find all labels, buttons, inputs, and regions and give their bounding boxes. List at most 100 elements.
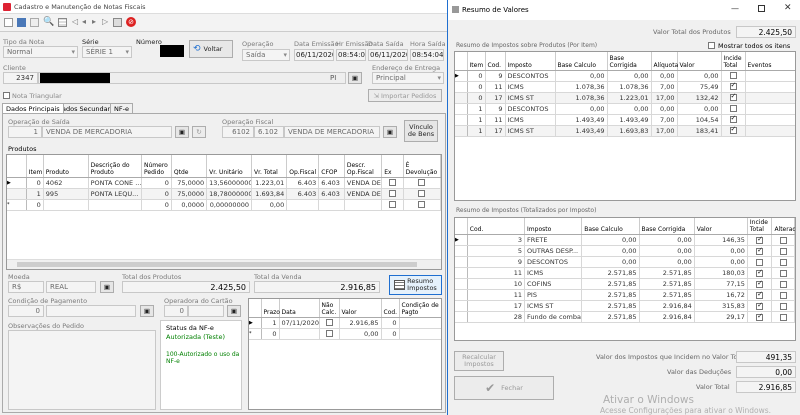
- col-valor[interactable]: Valor: [339, 299, 382, 318]
- tab-dados-principais[interactable]: Dados Principais: [2, 103, 64, 113]
- cell-numero-pedido[interactable]: 0: [141, 199, 172, 211]
- cell-condicao-pagto[interactable]: [399, 328, 441, 340]
- cell-cod[interactable]: 9: [485, 70, 506, 82]
- cell-base-calculo[interactable]: 0,00: [555, 70, 608, 82]
- col-cod[interactable]: Cod.: [381, 299, 400, 318]
- serie-select[interactable]: SÉRIE 1: [82, 46, 132, 58]
- cell-valor[interactable]: 0,00: [339, 328, 382, 340]
- voltar-button[interactable]: ⟲ Voltar: [189, 40, 233, 58]
- cell-cod[interactable]: 17: [485, 125, 506, 137]
- cell-base-corrigida[interactable]: 1.223,01: [607, 92, 652, 104]
- cliente-search-button[interactable]: ▣: [348, 72, 362, 84]
- cell-cod[interactable]: 0: [381, 317, 400, 329]
- table-row[interactable]: 9 DESCONTOS 0,00 0,00 0,00: [455, 256, 795, 268]
- col-imposto[interactable]: Imposto: [524, 218, 583, 235]
- prev-icon[interactable]: ◂: [82, 17, 86, 26]
- col-op-fiscal[interactable]: Op.Fiscal: [286, 155, 320, 178]
- cell-imposto[interactable]: ICMS: [524, 267, 583, 279]
- col-base-calculo[interactable]: Base Calculo: [581, 218, 640, 235]
- cell-valor[interactable]: 2.916,85: [339, 317, 382, 329]
- cell-item[interactable]: 1: [467, 114, 486, 126]
- data-saida-field[interactable]: 06/11/2020: [368, 49, 408, 61]
- col-condicao-pagto[interactable]: Condição de Pagto: [399, 299, 441, 318]
- col-base-calculo[interactable]: Base Calculo: [555, 52, 608, 71]
- mostrar-todos-checkbox[interactable]: [708, 41, 715, 49]
- cell-valor[interactable]: 132,42: [677, 92, 722, 104]
- data-emissao-field[interactable]: 06/11/2020: [294, 49, 334, 61]
- cell-imposto[interactable]: ICMS ST: [505, 125, 556, 137]
- table-row[interactable]: 0 11 ICMS 1.078,36 1.078,36 7,00 75,49: [455, 81, 795, 93]
- moeda-search-button[interactable]: ▣: [100, 281, 114, 293]
- last-icon[interactable]: ▷: [102, 17, 108, 26]
- cell-item[interactable]: 1: [467, 125, 486, 137]
- row-indicator[interactable]: [455, 114, 468, 126]
- cell-incide-total[interactable]: [721, 92, 746, 104]
- cell-imposto[interactable]: FRETE: [524, 234, 583, 246]
- cell-ex[interactable]: [381, 188, 404, 200]
- col-eventos[interactable]: Eventos: [745, 52, 795, 71]
- cell-aliquota[interactable]: 17,00: [651, 125, 678, 137]
- row-indicator[interactable]: ▶: [455, 234, 468, 246]
- cell-imposto[interactable]: ICMS ST: [505, 92, 556, 104]
- cell-base-corrigida[interactable]: 0,00: [639, 245, 695, 257]
- cell-base-calculo[interactable]: 2.571,85: [581, 300, 640, 312]
- row-indicator[interactable]: *: [249, 328, 262, 340]
- cell-incide-total[interactable]: [721, 114, 746, 126]
- cell-valor[interactable]: 183,41: [677, 125, 722, 137]
- new-icon[interactable]: [4, 18, 13, 27]
- cell-cod[interactable]: 10: [467, 278, 526, 290]
- col-vr-unitario[interactable]: Vr. Unitário: [206, 155, 252, 178]
- cell-incide-total[interactable]: [747, 256, 773, 268]
- col-descr-op-fiscal[interactable]: Descr. Op.Fiscal: [344, 155, 383, 178]
- cell-qtde[interactable]: 75,0000: [171, 188, 208, 200]
- cell-imposto[interactable]: ICMS ST: [524, 300, 583, 312]
- row-indicator[interactable]: [455, 267, 468, 279]
- cell-op-fiscal[interactable]: 6.403: [286, 177, 320, 189]
- cell-descr-op-fiscal[interactable]: VENDA DE...: [344, 188, 383, 200]
- col-valor[interactable]: Valor: [694, 218, 748, 235]
- cell-cod[interactable]: 11: [467, 267, 526, 279]
- cell-cfop[interactable]: [318, 199, 345, 211]
- col-descricao[interactable]: Descrição do Produto: [88, 155, 143, 178]
- cell-base-calculo[interactable]: 1.078,36: [555, 92, 608, 104]
- cell-cod[interactable]: 3: [467, 234, 526, 246]
- cell-base-corrigida[interactable]: 0,00: [607, 70, 652, 82]
- cell-base-corrigida[interactable]: 2.571,85: [639, 278, 695, 290]
- col-incide-total[interactable]: Incide Total: [721, 52, 746, 71]
- cell-cod[interactable]: 5: [467, 245, 526, 257]
- cell-aliquota[interactable]: 0,00: [651, 70, 678, 82]
- cell-prazo[interactable]: 1: [261, 317, 280, 329]
- endereco-entrega-select[interactable]: Principal: [372, 72, 444, 84]
- col-produto[interactable]: Produto: [43, 155, 89, 178]
- cell-valor[interactable]: 77,15: [694, 278, 748, 290]
- col-data[interactable]: Data: [279, 299, 320, 318]
- cell-base-corrigida[interactable]: 1.693,83: [607, 125, 652, 137]
- operacao-fiscal-field[interactable]: VENDA DE MERCADORIA: [284, 126, 380, 138]
- cell-base-calculo[interactable]: 1.493,49: [555, 114, 608, 126]
- cell-cod[interactable]: 11: [467, 289, 526, 301]
- save-icon[interactable]: [17, 18, 26, 27]
- cell-base-calculo[interactable]: 1.078,36: [555, 81, 608, 93]
- observacoes-textarea[interactable]: [8, 330, 156, 410]
- cell-valor[interactable]: 75,49: [677, 81, 722, 93]
- first-icon[interactable]: ◁: [72, 17, 78, 26]
- moeda-code[interactable]: R$: [8, 281, 44, 293]
- tab-nfe[interactable]: NF-e: [110, 103, 133, 113]
- col-prazo[interactable]: Prazo: [261, 299, 280, 318]
- cell-descr-op-fiscal[interactable]: VENDA DE...: [344, 177, 383, 189]
- condicao-pagamento-field[interactable]: [46, 305, 136, 317]
- col-base-corrigida[interactable]: Base Corrigida: [607, 52, 652, 71]
- cell-valor[interactable]: 29,17: [694, 311, 748, 323]
- row-indicator[interactable]: [455, 256, 468, 268]
- cell-vr-total[interactable]: 1.223,01: [251, 177, 288, 189]
- col-ex[interactable]: Ex: [381, 155, 404, 178]
- cell-op-fiscal[interactable]: [286, 199, 320, 211]
- table-row[interactable]: 1 17 ICMS ST 1.493,49 1.693,83 17,00 183,41: [455, 125, 795, 137]
- cell-devolucao[interactable]: [403, 177, 441, 189]
- cell-ex[interactable]: [381, 177, 404, 189]
- table-row[interactable]: 28Fundo de combat...2.571,852.916,8429,1…: [455, 311, 795, 323]
- col-aliquota[interactable]: Alíquota: [651, 52, 678, 71]
- col-vr-total[interactable]: Vr. Total: [251, 155, 288, 178]
- cell-base-calculo[interactable]: 0,00: [581, 256, 640, 268]
- cell-produto[interactable]: 995: [43, 188, 89, 200]
